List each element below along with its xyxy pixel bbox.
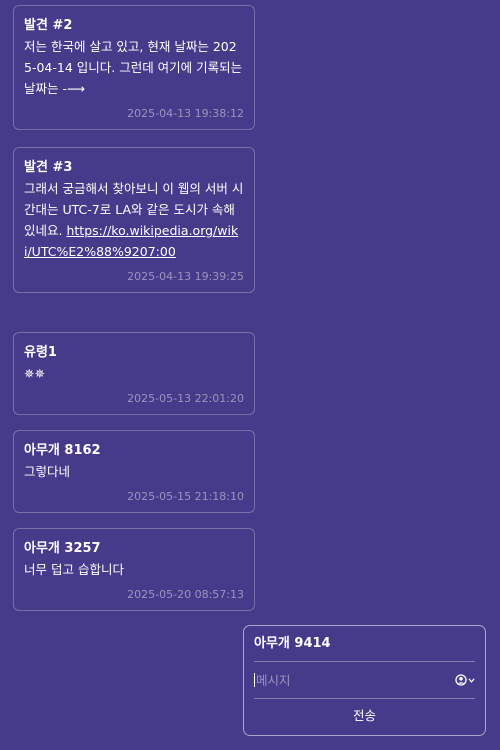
chevron-down-icon (468, 677, 475, 683)
send-button[interactable]: 전송 (254, 699, 475, 733)
emoji-picker-button[interactable] (455, 674, 475, 686)
message-card: 아무개 8162 그렇다네 2025-05-15 21:18:10 (13, 430, 255, 513)
message-author: 발견 #2 (24, 18, 73, 33)
composer-input-row (254, 662, 475, 699)
composer-author-name: 아무개 9414 (254, 626, 475, 662)
message-composer: 아무개 9414 전송 (243, 625, 486, 736)
message-author: 발견 #3 (24, 160, 73, 175)
message-author: 아무개 3257 (24, 541, 101, 556)
message-card: 유령1 ✵✵ 2025-05-13 22:01:20 (13, 332, 255, 415)
message-card: 아무개 3257 너무 덥고 습합니다 2025-05-20 08:57:13 (13, 528, 255, 611)
message-body: 그래서 궁금해서 찾아보니 이 웹의 서버 시간대는 UTC-7로 LA와 같은… (24, 178, 244, 262)
text-caret (254, 673, 255, 687)
emoji-icon (455, 674, 467, 686)
message-card: 발견 #2 저는 한국에 살고 있고, 현재 날짜는 2025-04-14 입니… (13, 5, 255, 130)
message-timestamp: 2025-04-13 19:39:25 (127, 270, 244, 283)
message-timestamp: 2025-05-15 21:18:10 (127, 490, 244, 503)
message-text: ✵✵ (24, 366, 45, 381)
message-timestamp: 2025-05-20 08:57:13 (127, 588, 244, 601)
message-timestamp: 2025-05-13 22:01:20 (127, 392, 244, 405)
message-timestamp: 2025-04-13 19:38:12 (127, 107, 244, 120)
message-text: 그렇다네 (24, 464, 71, 479)
message-input[interactable] (256, 672, 455, 688)
message-author: 아무개 8162 (24, 443, 101, 458)
message-card: 발견 #3 그래서 궁금해서 찾아보니 이 웹의 서버 시간대는 UTC-7로 … (13, 147, 255, 293)
message-author: 유령1 (24, 345, 57, 360)
message-text: 저는 한국에 살고 있고, 현재 날짜는 2025-04-14 입니다. 그런데… (24, 39, 243, 96)
message-text: 너무 덥고 습합니다 (24, 562, 124, 577)
